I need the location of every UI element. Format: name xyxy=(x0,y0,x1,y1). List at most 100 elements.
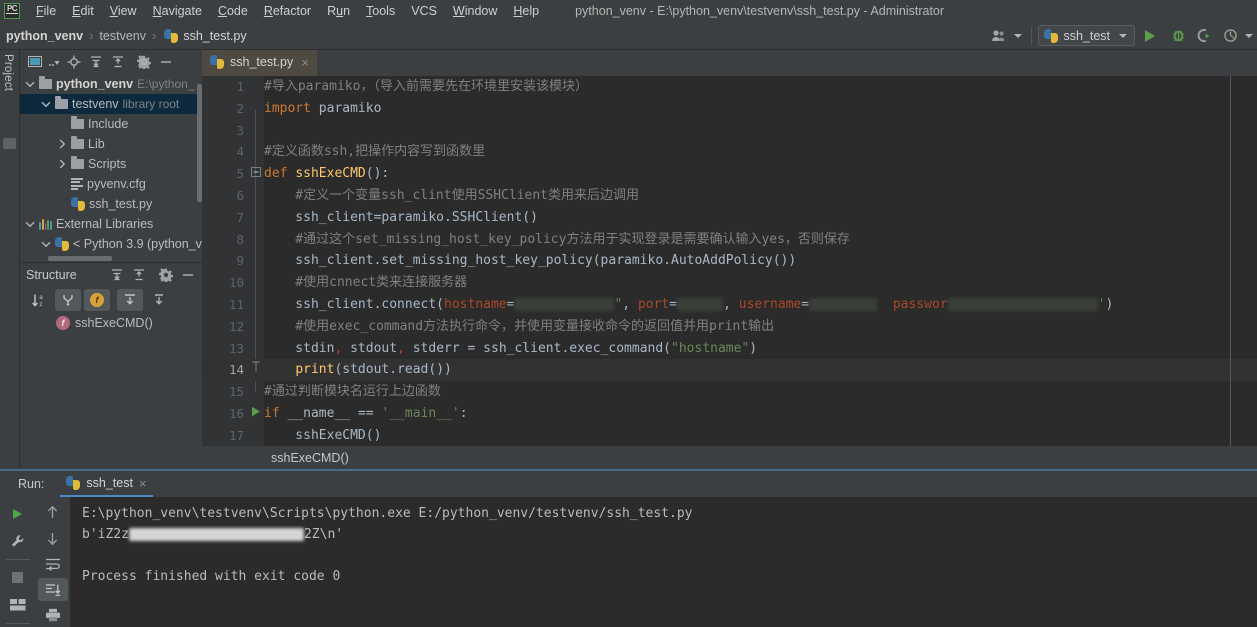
menu-item-tools[interactable]: Tools xyxy=(358,2,403,20)
code-line-1[interactable]: 1 #导入paramiko，（导入前需要先在环境里安装该模块） xyxy=(202,76,1257,98)
chevron-down-icon[interactable] xyxy=(40,239,51,249)
hide-panel-icon[interactable] xyxy=(178,265,198,285)
expand-all-icon[interactable] xyxy=(86,52,106,72)
menu-item-run[interactable]: Run xyxy=(319,2,358,20)
breadcrumb-project[interactable]: python_venv xyxy=(0,29,83,43)
sort-alphabetically-icon[interactable]: az xyxy=(26,289,52,311)
breadcrumb-folder[interactable]: testvenv xyxy=(99,29,146,43)
profile-icon[interactable] xyxy=(1217,24,1243,48)
toolbar-overflow-caret-icon[interactable] xyxy=(1243,24,1255,48)
editor-tab-ssh-test[interactable]: ssh_test.py × xyxy=(202,50,317,76)
close-icon[interactable]: × xyxy=(139,476,147,491)
menu-item-navigate[interactable]: Navigate xyxy=(145,2,210,20)
structure-tool-icon[interactable] xyxy=(3,138,16,149)
structure-item-sshexecmd-[interactable]: f sshExeCMD() xyxy=(20,313,202,333)
code-line-17[interactable]: 17 sshExeCMD() xyxy=(202,425,1257,447)
user-group-icon[interactable] xyxy=(987,24,1011,48)
code-line-12[interactable]: 12 #使用exec_command方法执行命令，并使用变量接收命令的返回值并用… xyxy=(202,316,1257,338)
folder-icon xyxy=(71,116,84,129)
scroll-from-source-icon[interactable] xyxy=(146,289,172,311)
editor-area: ssh_test.py × 1 #导入paramiko，（导入前需要先在环境里安装… xyxy=(202,50,1257,469)
code-line-14[interactable]: 14 print(stdout.read()) xyxy=(202,359,1257,382)
tree-node-label: testvenv xyxy=(72,97,119,111)
code-line-8[interactable]: 8 #通过这个set_missing_host_key_policy方法用于实现… xyxy=(202,229,1257,251)
menu-item-file[interactable]: File xyxy=(28,2,64,20)
gear-icon[interactable] xyxy=(156,265,176,285)
menu-item-window[interactable]: Window xyxy=(445,2,505,20)
code-line-4[interactable]: 4 #定义函数ssh,把操作内容写到函数里 xyxy=(202,141,1257,163)
chevron-right-icon[interactable] xyxy=(56,139,67,149)
rerun-icon[interactable] xyxy=(3,501,33,527)
collapse-all-icon[interactable] xyxy=(108,52,128,72)
project-view-dropdown-icon[interactable] xyxy=(48,52,62,72)
right-margin-guide xyxy=(1230,76,1231,469)
code-line-16[interactable]: 16 if __name__ == '__main__': xyxy=(202,403,1257,425)
code-line-7[interactable]: 7 ssh_client=paramiko.SSHClient() xyxy=(202,207,1257,229)
chevron-right-icon[interactable] xyxy=(56,159,67,169)
up-arrow-icon[interactable] xyxy=(38,501,68,525)
stop-icon[interactable] xyxy=(3,565,33,591)
gutter-marker[interactable] xyxy=(250,403,262,425)
code-line-11[interactable]: 11 ssh_client.connect(hostname= ", port=,… xyxy=(202,294,1257,316)
show-inherited-icon[interactable] xyxy=(55,289,81,311)
menu-bar: PC File Edit View Navigate Code Refactor Run To… xyxy=(0,0,1257,22)
user-dropdown-caret-icon[interactable] xyxy=(1011,24,1025,48)
menu-item-help[interactable]: Help xyxy=(505,2,547,20)
gutter-marker[interactable] xyxy=(250,163,262,185)
tree-node-ssh-test-py[interactable]: ssh_test.py xyxy=(20,194,202,214)
code-line-15[interactable]: 15 #通过判断模块名运行上边函数 xyxy=(202,381,1257,403)
hide-panel-icon[interactable] xyxy=(156,52,176,72)
tree-node-include[interactable]: Include xyxy=(20,114,202,134)
tree-node-python-venv[interactable]: python_venv E:\python_ xyxy=(20,74,202,94)
gear-icon[interactable] xyxy=(134,52,154,72)
code-line-6[interactable]: 6 #定义一个变量ssh_clint使用SSHClient类用来后边调用 xyxy=(202,185,1257,207)
breadcrumb-file[interactable]: ssh_test.py xyxy=(183,29,246,43)
menu-item-view[interactable]: View xyxy=(102,2,145,20)
show-properties-icon[interactable] xyxy=(117,289,143,311)
code-editor[interactable]: 1 #导入paramiko，（导入前需要先在环境里安装该模块） 2 import pa… xyxy=(202,76,1257,469)
wrench-settings-icon[interactable] xyxy=(3,529,33,555)
expand-all-icon[interactable] xyxy=(107,265,127,285)
run-icon[interactable] xyxy=(1135,24,1165,48)
scroll-to-end-icon[interactable] xyxy=(37,577,68,602)
code-line-3[interactable]: 3 xyxy=(202,120,1257,142)
collapse-all-icon[interactable] xyxy=(129,265,149,285)
locate-icon[interactable] xyxy=(64,52,84,72)
print-icon[interactable] xyxy=(38,603,68,627)
soft-wrap-icon[interactable] xyxy=(38,552,68,576)
tree-node-scripts[interactable]: Scripts xyxy=(20,154,202,174)
project-view-icon[interactable] xyxy=(26,52,46,72)
gutter-marker[interactable] xyxy=(250,359,262,381)
project-horizontal-scrollbar[interactable] xyxy=(48,256,112,261)
tree-node-testvenv[interactable]: testvenv library root xyxy=(20,94,202,114)
code-token: ) xyxy=(749,340,758,356)
code-line-13[interactable]: 13 stdin, stdout, stderr = ssh_client.ex… xyxy=(202,338,1257,360)
code-line-9[interactable]: 9 ssh_client.set_missing_host_key_policy… xyxy=(202,250,1257,272)
code-text: #定义函数ssh,把操作内容写到函数里 xyxy=(264,141,485,163)
code-line-10[interactable]: 10 #使用cnnect类来连接服务器 xyxy=(202,272,1257,294)
down-arrow-icon[interactable] xyxy=(38,527,68,551)
run-configuration-selector[interactable]: ssh_test xyxy=(1038,25,1135,46)
layout-icon[interactable] xyxy=(3,593,33,619)
tool-window-button-project[interactable]: Project xyxy=(2,54,14,91)
code-line-2[interactable]: 2 import paramiko xyxy=(202,98,1257,120)
tree-node--python-3-9-python-v[interactable]: < Python 3.9 (python_v xyxy=(20,234,202,254)
menu-item-edit[interactable]: Edit xyxy=(64,2,102,20)
tree-node-external-libraries[interactable]: External Libraries xyxy=(20,214,202,234)
menu-item-refactor[interactable]: Refactor xyxy=(256,2,319,20)
structure-toolbar: az f xyxy=(20,287,202,313)
menu-item-vcs[interactable]: VCS xyxy=(403,2,445,20)
debug-bug-icon[interactable] xyxy=(1165,24,1191,48)
close-icon[interactable]: × xyxy=(301,55,309,70)
run-with-coverage-icon[interactable] xyxy=(1191,24,1217,48)
menu-item-code[interactable]: Code xyxy=(210,2,256,20)
chevron-down-icon[interactable] xyxy=(24,219,35,229)
show-fields-icon[interactable]: f xyxy=(84,289,110,311)
chevron-down-icon[interactable] xyxy=(24,79,35,89)
tree-node-lib[interactable]: Lib xyxy=(20,134,202,154)
chevron-down-icon[interactable] xyxy=(40,99,51,109)
tree-node-pyvenv-cfg[interactable]: pyvenv.cfg xyxy=(20,174,202,194)
run-console-output[interactable]: E:\python_venv\testvenv\Scripts\python.e… xyxy=(70,497,1257,627)
code-line-5[interactable]: 5 def sshExeCMD(): xyxy=(202,163,1257,185)
run-tab-ssh-test[interactable]: ssh_test × xyxy=(60,471,153,497)
